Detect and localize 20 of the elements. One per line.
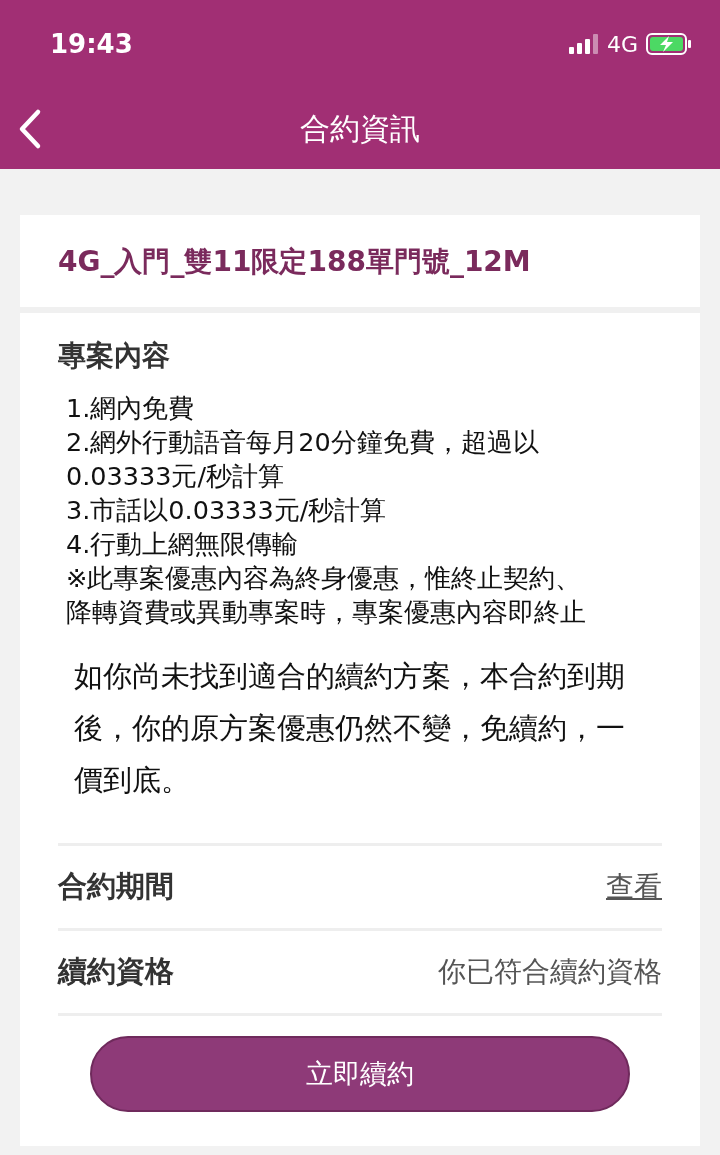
row-label: 續約資格 (58, 953, 174, 991)
clock-time: 19:43 (50, 27, 133, 61)
row-label: 合約期間 (58, 868, 174, 906)
plan-detail-line: 0.03333元/秒計算 (66, 461, 285, 491)
renew-button[interactable]: 立即續約 (90, 1036, 630, 1112)
plan-detail-line: ※此專案優惠內容為終身優惠，惟終止契約、 (66, 563, 582, 593)
plan-detail-line: 1.網內免費 (66, 393, 195, 423)
view-link[interactable]: 查看 (606, 866, 662, 908)
signal-icon (568, 34, 599, 54)
plan-detail-line: 降轉資費或異動專案時，專案優惠內容即終止 (66, 597, 586, 627)
page-title: 合約資訊 (300, 110, 420, 148)
network-label: 4G (606, 30, 638, 59)
battery-charging-icon (646, 33, 692, 55)
plan-detail-line: 4.行動上網無限傳輸 (66, 529, 299, 559)
row-value: 你已符合續約資格 (438, 954, 662, 990)
section-heading: 專案內容 (58, 338, 171, 374)
plan-name: 4G_入門_雙11限定188單門號_12M (58, 245, 531, 278)
plan-detail-line: 2.網外行動語音每月20分鐘免費，超過以 (66, 427, 539, 457)
plan-detail-line: 3.市話以0.03333元/秒計算 (66, 495, 387, 525)
notice-text: 如你尚未找到適合的續約方案，本合約到期後，你的原方案優惠仍然不變，免續約，一價到底。 (74, 659, 626, 799)
